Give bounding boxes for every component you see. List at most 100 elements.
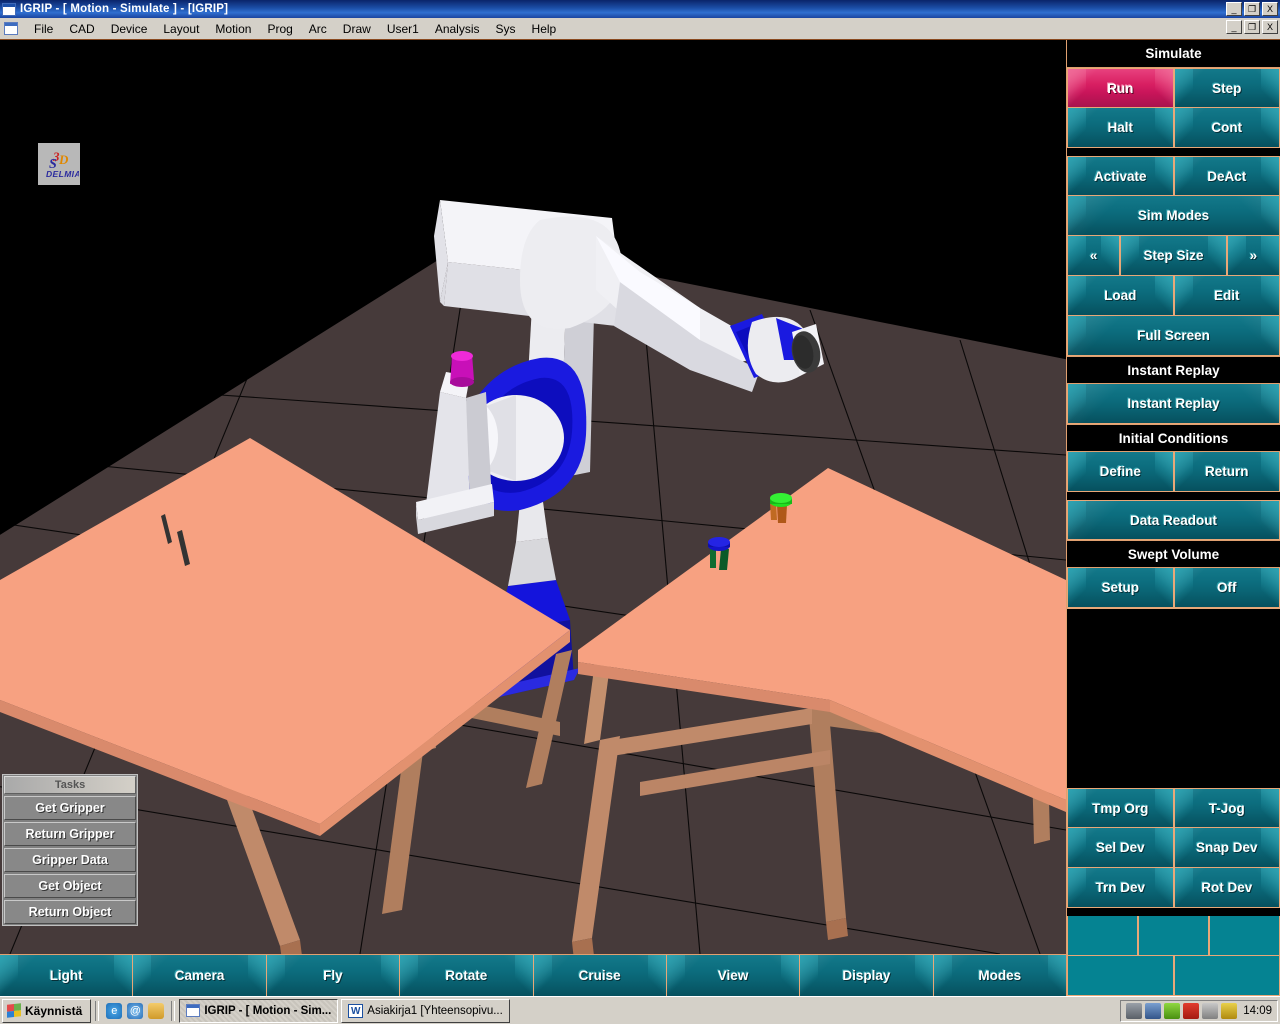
task-get-gripper[interactable]: Get Gripper (4, 796, 136, 820)
windows-taskbar: Käynnistä e @ IGRIP - [ Motion - Sim... … (0, 996, 1280, 1024)
menu-item-user1[interactable]: User1 (379, 20, 427, 38)
mdi-close-button[interactable]: X (1262, 20, 1278, 34)
window-controls: _ ❐ X (1226, 2, 1278, 16)
menu-item-motion[interactable]: Motion (207, 20, 259, 38)
taskbar-clock[interactable]: 14:09 (1243, 1005, 1272, 1017)
trn-dev-button[interactable]: Trn Dev (1067, 868, 1174, 908)
start-button[interactable]: Käynnistä (2, 998, 92, 1023)
prev-icon[interactable]: « (1067, 236, 1121, 276)
next-icon[interactable]: » (1226, 236, 1280, 276)
off-button[interactable]: Off (1173, 568, 1280, 608)
task-gripper-data[interactable]: Gripper Data (4, 848, 136, 872)
snap-dev-button[interactable]: Snap Dev (1173, 828, 1280, 868)
initial-conditions-heading: Initial Conditions (1067, 424, 1280, 452)
data-readout-button[interactable]: Data Readout (1067, 500, 1280, 540)
toolbar-fly[interactable]: Fly (266, 955, 401, 996)
t-jog-button[interactable]: T-Jog (1173, 788, 1280, 828)
data-readout-row: Data Readout (1067, 500, 1280, 540)
folder-icon[interactable] (148, 1002, 165, 1019)
internet-explorer-icon[interactable]: e (106, 1002, 123, 1019)
activate-button[interactable]: Activate (1067, 156, 1174, 196)
3d-viewport[interactable]: 3 D S DELMIA Tasks Get Gripper Return Gr… (0, 40, 1066, 954)
toolbar-camera[interactable]: Camera (133, 955, 267, 996)
command-panel: Simulate Run Step Halt Cont Activate DeA… (1066, 40, 1280, 996)
device-row-1: Activate DeAct (1067, 156, 1280, 196)
mdi-window-controls: _ ❐ X (1226, 20, 1278, 34)
task-return-object[interactable]: Return Object (4, 900, 136, 924)
taskbar-separator-1 (95, 1000, 100, 1021)
initial-conditions-row: Define Return (1067, 452, 1280, 492)
toolbar-modes[interactable]: Modes (933, 955, 1067, 996)
sim-modes-button[interactable]: Sim Modes (1067, 196, 1280, 236)
task-return-gripper[interactable]: Return Gripper (4, 822, 136, 846)
printer-icon[interactable] (1126, 1003, 1143, 1019)
mdi-restore-button[interactable]: ❐ (1244, 20, 1260, 34)
toolbar-display[interactable]: Display (800, 955, 934, 996)
taskbar-item-word[interactable]: W Asiakirja1 [Yhteensopivu... (341, 998, 510, 1023)
start-button-label: Käynnistä (25, 1003, 83, 1018)
deact-button[interactable]: DeAct (1173, 156, 1280, 196)
cont-button[interactable]: Cont (1173, 108, 1280, 148)
outlook-express-icon[interactable]: @ (127, 1002, 144, 1019)
network-icon[interactable] (1145, 1003, 1162, 1019)
svg-text:DELMIA: DELMIA (46, 169, 79, 179)
menu-item-cad[interactable]: CAD (61, 20, 102, 38)
toolbar-cruise[interactable]: Cruise (533, 955, 667, 996)
menu-item-arc[interactable]: Arc (301, 20, 335, 38)
windows-flag-icon (7, 1003, 21, 1018)
full-screen-button[interactable]: Full Screen (1067, 316, 1280, 356)
mdi-child-icon[interactable] (4, 22, 18, 35)
command-panel-header: Simulate (1067, 40, 1280, 68)
define-button[interactable]: Define (1067, 452, 1174, 492)
instant-replay-button[interactable]: Instant Replay (1067, 384, 1280, 424)
taskbar-item-igrip[interactable]: IGRIP - [ Motion - Sim... (179, 998, 339, 1023)
step-button[interactable]: Step (1173, 68, 1280, 108)
simulate-row-1: Run Step (1067, 68, 1280, 108)
menu-item-help[interactable]: Help (524, 20, 565, 38)
volume-icon[interactable] (1221, 1003, 1238, 1019)
menu-item-analysis[interactable]: Analysis (427, 20, 488, 38)
taskbar-separator-2 (171, 1000, 176, 1021)
run-button[interactable]: Run (1067, 68, 1174, 108)
setup-button[interactable]: Setup (1067, 568, 1174, 608)
menu-item-draw[interactable]: Draw (335, 20, 379, 38)
task-get-object[interactable]: Get Object (4, 874, 136, 898)
safely-remove-icon[interactable] (1202, 1003, 1219, 1019)
menu-item-device[interactable]: Device (103, 20, 156, 38)
load-button[interactable]: Load (1067, 276, 1174, 316)
empty-button-2[interactable] (1138, 916, 1209, 956)
menu-item-layout[interactable]: Layout (155, 20, 207, 38)
ati-icon[interactable] (1183, 1003, 1200, 1019)
antivirus-icon[interactable] (1164, 1003, 1181, 1019)
step-size-row: « Step Size » (1067, 236, 1280, 276)
minimize-button[interactable]: _ (1226, 2, 1242, 16)
delmia-logo: 3 D S DELMIA (38, 143, 80, 185)
menu-item-sys[interactable]: Sys (488, 20, 524, 38)
step-size-button[interactable]: Step Size (1120, 236, 1227, 276)
toolbar-view[interactable]: View (666, 955, 801, 996)
maximize-button[interactable]: ❐ (1244, 2, 1260, 16)
taskbar-item-igrip-label: IGRIP - [ Motion - Sim... (204, 1004, 332, 1017)
empty-button-row-2 (1067, 956, 1280, 996)
taskbar-item-word-label: Asiakirja1 [Yhteensopivu... (367, 1004, 503, 1017)
edit-button[interactable]: Edit (1173, 276, 1280, 316)
tmp-org-button[interactable]: Tmp Org (1067, 788, 1174, 828)
toolbar-light[interactable]: Light (0, 955, 134, 996)
sel-dev-button[interactable]: Sel Dev (1067, 828, 1174, 868)
empty-button-5[interactable] (1173, 956, 1280, 996)
toolbar-rotate[interactable]: Rotate (400, 955, 534, 996)
close-button[interactable]: X (1262, 2, 1278, 16)
device-row-4: Load Edit (1067, 276, 1280, 316)
return-button[interactable]: Return (1173, 452, 1280, 492)
halt-button[interactable]: Halt (1067, 108, 1174, 148)
menu-item-prog[interactable]: Prog (259, 20, 300, 38)
3d-scene (0, 200, 1066, 954)
swept-volume-heading: Swept Volume (1067, 540, 1280, 568)
empty-button-3[interactable] (1209, 916, 1280, 956)
empty-button-4[interactable] (1067, 956, 1174, 996)
menu-item-file[interactable]: File (26, 20, 61, 38)
empty-button-1[interactable] (1067, 916, 1138, 956)
mdi-minimize-button[interactable]: _ (1226, 20, 1242, 34)
rot-dev-button[interactable]: Rot Dev (1173, 868, 1280, 908)
tasks-panel: Tasks Get Gripper Return Gripper Gripper… (2, 774, 138, 926)
